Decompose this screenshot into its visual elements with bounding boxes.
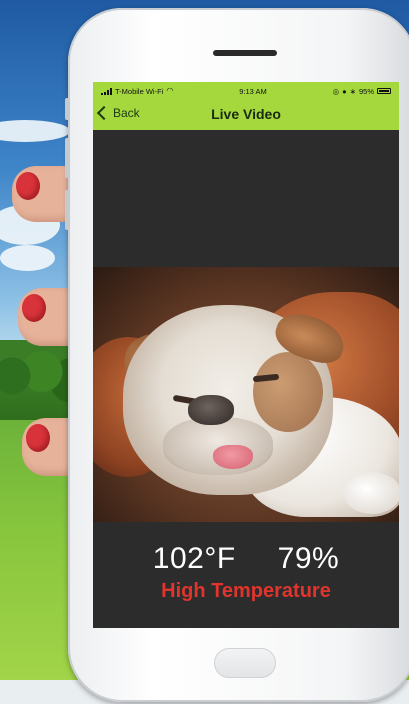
fingernail <box>22 294 46 322</box>
carrier-label: T-Mobile Wi-Fi <box>115 86 164 96</box>
volume-button <box>65 190 70 230</box>
cloud <box>0 245 55 271</box>
temperature-value: 102°F <box>152 542 236 575</box>
volume-button <box>65 138 70 178</box>
fingernail <box>16 172 40 200</box>
battery-percent: 95% <box>358 86 374 96</box>
dog-fur-patch <box>253 352 323 432</box>
dog-tongue <box>213 445 253 469</box>
humidity-value: 79% <box>277 542 340 575</box>
home-button[interactable] <box>214 648 276 678</box>
page-title: Live Video <box>211 106 281 122</box>
temperature-alert: High Temperature <box>161 580 331 602</box>
status-time: 9:13 AM <box>239 86 267 96</box>
dog-muzzle <box>163 417 273 475</box>
status-bar: T-Mobile Wi-Fi ◠ 9:13 AM ◎ ● ∗ 95% <box>93 82 399 100</box>
location-icon: ◎ <box>332 86 340 96</box>
status-left: T-Mobile Wi-Fi ◠ <box>101 87 173 96</box>
battery-icon <box>377 88 391 94</box>
signal-icon <box>101 87 112 95</box>
phone-screen: T-Mobile Wi-Fi ◠ 9:13 AM ◎ ● ∗ 95% Back … <box>93 82 399 628</box>
fingernail <box>26 424 50 452</box>
dog-paw <box>343 472 399 514</box>
live-video-feed[interactable] <box>93 267 399 522</box>
wifi-icon: ◠ <box>166 86 174 95</box>
status-right: ◎ ● ∗ 95% <box>333 87 391 96</box>
earpiece-speaker <box>213 50 277 56</box>
sensor-readout: 102°F 79% High Temperature <box>93 542 399 603</box>
bluetooth-icon: ∗ <box>349 86 356 96</box>
readout-values: 102°F 79% <box>93 542 399 576</box>
alarm-icon: ● <box>342 86 347 96</box>
dog-nose <box>188 395 234 425</box>
navigation-bar: Back Live Video <box>93 100 399 130</box>
volume-button <box>65 98 70 120</box>
